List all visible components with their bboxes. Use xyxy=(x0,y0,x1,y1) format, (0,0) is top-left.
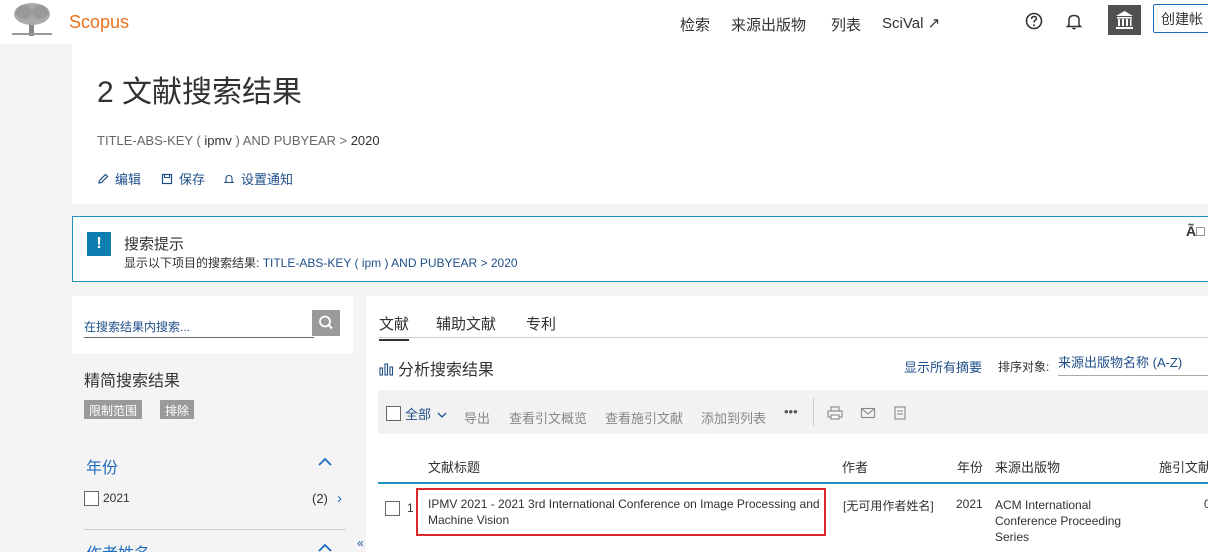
query-part: TITLE-ABS-KEY ( xyxy=(97,133,205,148)
edit-button[interactable]: 编辑 xyxy=(97,169,141,188)
nav-lists[interactable]: 列表 xyxy=(831,14,861,35)
query-part: ) AND PUBYEAR > xyxy=(231,133,351,148)
row-year: 2021 xyxy=(956,497,983,511)
view-cited-by-button[interactable]: 查看施引文献 xyxy=(605,408,683,427)
column-document-title[interactable]: 文献标题 xyxy=(428,457,480,476)
add-to-list-button[interactable]: 添加到列表 xyxy=(701,408,766,427)
chevron-up-icon[interactable] xyxy=(318,543,332,552)
search-tip-prefix: 显示以下项目的搜索结果: xyxy=(124,256,260,270)
print-icon[interactable] xyxy=(827,406,843,420)
citation-overview-button[interactable]: 查看引文概览 xyxy=(509,408,587,427)
year-2021-checkbox[interactable] xyxy=(84,491,99,506)
email-icon[interactable] xyxy=(860,406,876,420)
search-within-box xyxy=(72,296,353,354)
more-options-button[interactable]: ••• xyxy=(784,404,798,419)
search-within-button[interactable] xyxy=(312,310,340,336)
column-cited-by[interactable]: 施引文献 xyxy=(1159,457,1208,476)
pencil-icon xyxy=(98,173,109,184)
results-toolbar: 全部 导出 查看引文概览 查看施引文献 添加到列表 ••• xyxy=(378,390,1208,434)
save-label: 保存 xyxy=(179,172,206,187)
page-title: 2 文献搜索结果 xyxy=(97,76,303,109)
bar-chart-icon xyxy=(379,363,394,376)
year-2021-label: 2021 xyxy=(103,491,130,505)
edit-label: 编辑 xyxy=(115,172,142,187)
select-all-dropdown[interactable]: 全部 xyxy=(405,404,447,423)
results-panel: 文献 辅助文献 专利 分析搜索结果 显示所有摘要 排序对象: 来源出版物名称 (… xyxy=(366,296,1208,552)
chevron-right-icon[interactable]: › xyxy=(337,490,342,507)
sort-select[interactable]: 来源出版物名称 (A-Z) xyxy=(1058,352,1208,376)
exclude-button[interactable]: 排除 xyxy=(160,400,195,419)
row-source-link[interactable]: ACM International Conference Proceeding … xyxy=(995,497,1145,545)
column-authors[interactable]: 作者 xyxy=(842,457,868,476)
bell-icon[interactable] xyxy=(1064,11,1084,31)
row-author: [无可用作者姓名] xyxy=(843,499,934,513)
search-query: TITLE-ABS-KEY ( ipmv ) AND PUBYEAR > 202… xyxy=(97,133,380,148)
search-within-input[interactable] xyxy=(84,316,314,338)
results-header-card: 2 文献搜索结果 TITLE-ABS-KEY ( ipmv ) AND PUBY… xyxy=(72,44,1208,204)
export-button[interactable]: 导出 xyxy=(464,408,490,427)
year-facet-title[interactable]: 年份 xyxy=(86,454,118,478)
row-number: 1 xyxy=(407,501,414,515)
close-banner-button[interactable]: Ã□ xyxy=(1186,223,1205,239)
institution-icon xyxy=(1116,11,1133,29)
search-tip-query-link[interactable]: TITLE-ABS-KEY ( ipm ) AND PUBYEAR > 2020 xyxy=(263,256,518,270)
column-source[interactable]: 来源出版物 xyxy=(995,457,1060,476)
query-keyword: ipmv xyxy=(204,133,232,148)
search-tip-title: 搜索提示 xyxy=(124,236,185,253)
elsevier-tree-logo[interactable] xyxy=(10,2,54,36)
info-exclamation-icon: ! xyxy=(87,232,111,256)
save-icon xyxy=(161,173,173,185)
search-tip-text: 显示以下项目的搜索结果: TITLE-ABS-KEY ( ipm ) AND P… xyxy=(124,254,518,271)
table-header-rule xyxy=(378,482,1208,484)
institution-button[interactable] xyxy=(1108,5,1141,35)
column-year[interactable]: 年份 xyxy=(957,457,983,476)
set-alert-label: 设置通知 xyxy=(241,172,294,187)
nav-search[interactable]: 检索 xyxy=(680,14,710,35)
select-all-checkbox[interactable] xyxy=(386,406,401,421)
scopus-logo[interactable]: Scopus xyxy=(69,12,129,33)
author-facet-title[interactable]: 作者姓名 xyxy=(86,540,150,552)
year-2021-count: (2) xyxy=(312,491,328,506)
select-all-label: 全部 xyxy=(405,407,432,422)
limit-to-button[interactable]: 限制范围 xyxy=(84,400,143,419)
help-icon[interactable] xyxy=(1024,11,1044,31)
analyze-results-label: 分析搜索结果 xyxy=(398,362,495,379)
search-icon xyxy=(319,315,333,330)
row-checkbox[interactable] xyxy=(385,501,400,516)
save-button[interactable]: 保存 xyxy=(161,169,205,188)
query-year: 2020 xyxy=(350,133,380,148)
refine-results-title: 精简搜索结果 xyxy=(84,373,181,390)
chevron-up-icon[interactable] xyxy=(318,457,332,467)
top-bar: Scopus 检索 来源出版物 列表 SciVal ↗ 创建帐 xyxy=(0,0,1208,44)
analyze-results-link[interactable]: 分析搜索结果 xyxy=(379,356,494,380)
bell-icon xyxy=(223,174,235,184)
search-tip-banner: ! 搜索提示 显示以下项目的搜索结果: TITLE-ABS-KEY ( ipm … xyxy=(72,216,1208,282)
tab-divider xyxy=(378,337,1208,338)
tab-patents[interactable]: 专利 xyxy=(526,313,556,334)
bibliography-icon[interactable] xyxy=(892,406,908,420)
sort-label: 排序对象: xyxy=(998,360,1050,374)
create-account-button[interactable]: 创建帐 xyxy=(1153,4,1208,33)
toolbar-divider xyxy=(813,398,814,426)
show-all-abstracts-link[interactable]: 显示所有摘要 xyxy=(904,357,982,376)
facet-divider xyxy=(84,529,346,530)
set-alert-button[interactable]: 设置通知 xyxy=(223,169,293,188)
row-cited-count: 0 xyxy=(1204,497,1208,511)
tab-secondary-documents[interactable]: 辅助文献 xyxy=(436,313,496,334)
chevron-down-icon xyxy=(437,412,447,418)
document-title-link[interactable]: IPMV 2021 - 2021 3rd International Confe… xyxy=(416,488,826,536)
nav-scival[interactable]: SciVal ↗ xyxy=(882,14,940,32)
nav-sources[interactable]: 来源出版物 xyxy=(731,14,806,35)
